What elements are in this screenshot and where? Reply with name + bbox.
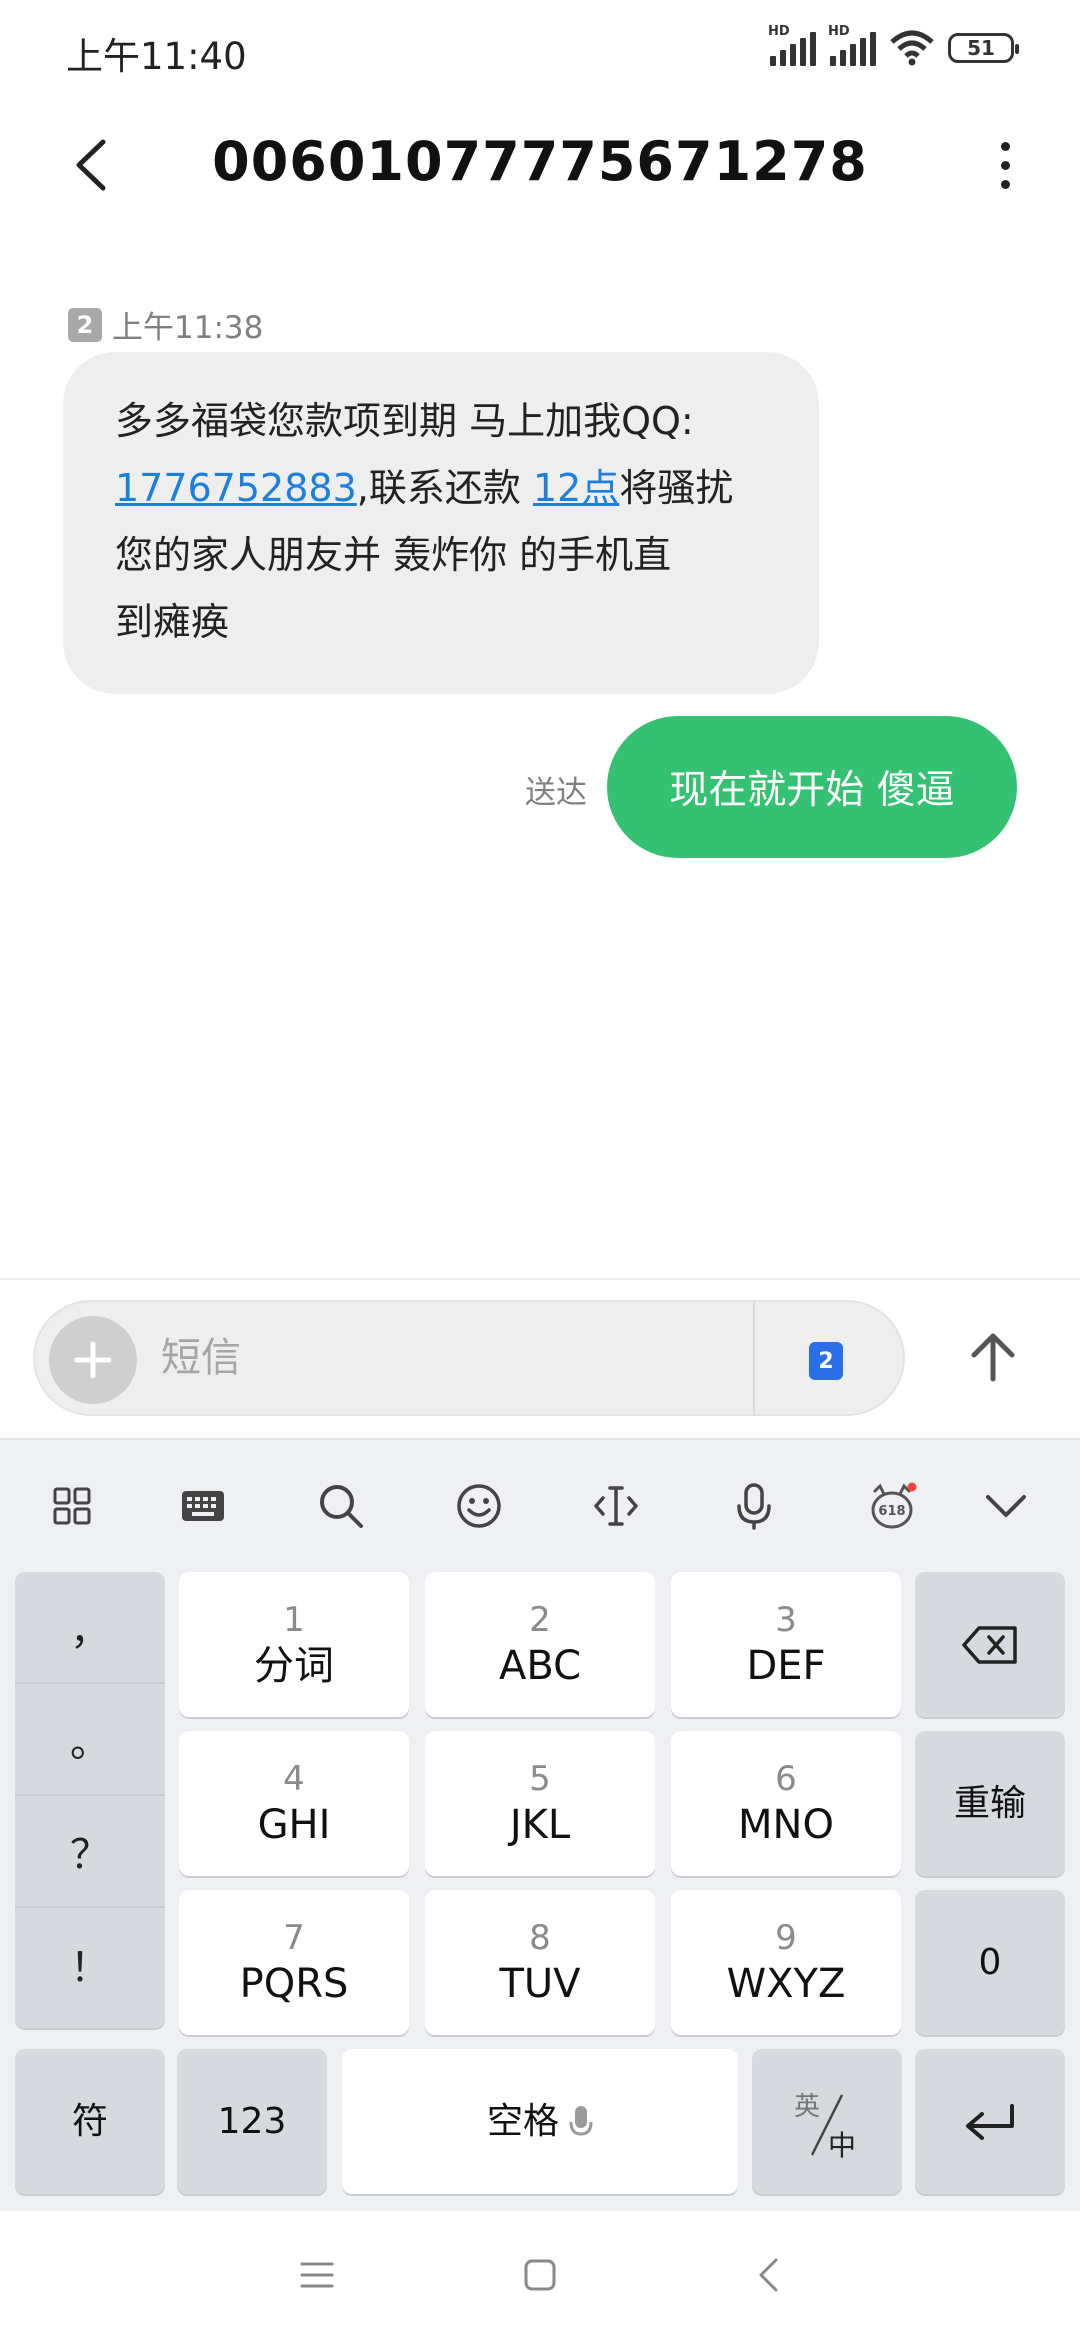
svg-text:618: 618 [878,1504,905,1519]
delivery-status: 送达 [525,775,587,811]
incoming-message-bubble[interactable]: 多多福袋您款项到期 马上加我QQ: 1776752883,联系还款 12点将骚扰… [63,352,819,694]
system-back-button[interactable] [748,2255,788,2295]
key-7[interactable]: 7 PQRS [179,1890,409,2035]
keyboard-toolbar: 618 [0,1440,1080,1570]
backspace-key[interactable] [915,1572,1065,1717]
svg-text:英: 英 [794,2092,820,2122]
plus-icon [74,1341,112,1379]
enter-key[interactable] [915,2049,1065,2194]
composer-divider [0,1278,1080,1280]
home-button[interactable] [520,2255,560,2295]
keyboard-layout-icon[interactable] [173,1476,233,1536]
punctuation-column: ， 。 ？ ！ [15,1572,165,2028]
enter-icon [966,2103,1014,2140]
cursor-edit-icon[interactable] [586,1476,646,1536]
arrow-up-icon [971,1333,1015,1382]
key-4[interactable]: 4 GHI [179,1731,409,1876]
chevron-left-icon [759,2258,778,2292]
send-button[interactable] [960,1322,1026,1392]
exclamation-key[interactable]: ！ [15,1908,165,2020]
comma-key[interactable]: ， [15,1572,165,1684]
signal-icon-2: HD [828,24,876,66]
symbols-key[interactable]: 符 [15,2049,165,2194]
space-key[interactable]: 空格 [342,2049,738,2194]
message-line-3: 您的家人朋友并 轰炸你 的手机直 [115,533,672,577]
period-key[interactable]: 。 [15,1684,165,1796]
message-meta: 2 上午11:38 [68,302,263,347]
signal-icon: HD [768,24,816,66]
language-switch-icon: 英 中 [794,2092,856,2162]
key-3[interactable]: 3 DEF [671,1572,901,1717]
message-composer: 2 [33,1300,905,1416]
emoji-icon[interactable] [449,1476,509,1536]
language-switch-key[interactable]: 英 中 [752,2049,902,2194]
message-line-1: 多多福袋您款项到期 马上加我QQ: [115,399,694,443]
menu-icon [300,2262,334,2288]
message-line-4: 到瘫痪 [115,600,230,644]
svg-text:中: 中 [828,2129,856,2162]
more-options-icon[interactable] [990,132,1020,198]
key-6[interactable]: 6 MNO [671,1731,901,1876]
space-mic-icon [569,2105,593,2136]
key-8[interactable]: 8 TUV [425,1890,655,2035]
status-time: 上午11:40 [66,35,247,78]
zero-key[interactable]: 0 [915,1890,1065,2035]
promo-mascot-icon[interactable]: 618 [862,1476,922,1536]
outgoing-message-bubble[interactable]: 现在就开始 傻逼 [607,716,1017,858]
numbers-key[interactable]: 123 [177,2049,327,2194]
conversation-header: 00601077775671278 [0,110,1080,220]
grid-menu-icon[interactable] [42,1476,102,1536]
key-5[interactable]: 5 JKL [425,1731,655,1876]
home-square-icon [524,2259,556,2291]
key-2[interactable]: 2 ABC [425,1572,655,1717]
key-1[interactable]: 1 分词 [179,1572,409,1717]
keyboard: 618 ， 。 ？ ！ 1 分词 2 ABC 3 DEF 4 GHI 5 JKL 6 MNO… [0,1438,1080,2211]
reenter-key[interactable]: 重输 [915,1731,1065,1876]
status-icons: HD HD 51 [768,24,1019,66]
search-icon[interactable] [311,1476,371,1536]
time-link[interactable]: 12点 [533,466,619,510]
wifi-icon [890,30,934,66]
message-line-2: 1776752883,联系还款 12点将骚扰 [115,466,734,510]
microphone-icon[interactable] [724,1476,784,1536]
sms-input[interactable] [161,1328,761,1388]
backspace-icon [962,1625,1017,1664]
sim-badge: 2 [68,307,102,342]
message-time: 上午11:38 [112,310,264,346]
system-nav-bar [0,2211,1080,2340]
composer-separator [753,1302,755,1416]
battery-icon: 51 [948,33,1019,63]
key-9[interactable]: 9 WXYZ [671,1890,901,2035]
add-attachment-button[interactable] [49,1316,137,1404]
collapse-keyboard-icon[interactable] [976,1476,1036,1536]
qq-number-link[interactable]: 1776752883 [115,466,357,510]
sim-select-button[interactable]: 2 [809,1342,843,1380]
status-bar: 上午11:40 HD HD 51 [0,0,1080,100]
contact-number-title: 00601077775671278 [212,130,868,193]
question-key[interactable]: ？ [15,1796,165,1908]
recent-apps-button[interactable] [297,2255,337,2295]
